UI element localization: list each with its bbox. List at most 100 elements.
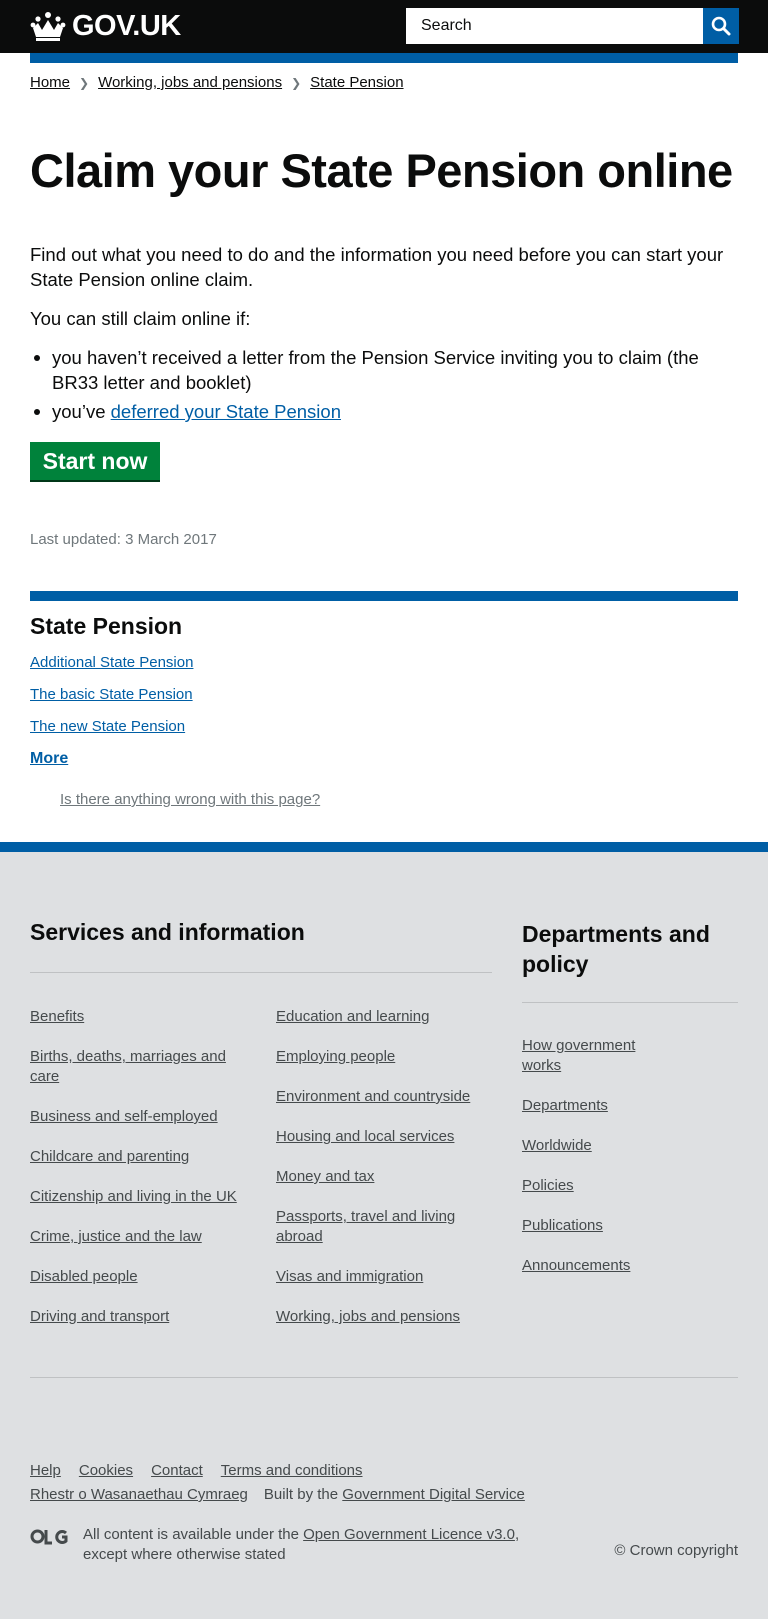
footer-link[interactable]: Working, jobs and pensions: [276, 1308, 460, 1325]
last-updated: Last updated: 3 March 2017: [30, 531, 217, 548]
chevron-right-icon: ❯: [291, 75, 302, 90]
lead-paragraph: Find out what you need to do and the inf…: [30, 244, 724, 290]
ogl-link[interactable]: Open Government Licence v3.0: [303, 1526, 515, 1543]
footer-link[interactable]: Announcements: [522, 1257, 630, 1274]
list-item: Announcements: [522, 1256, 672, 1276]
list-item: Disabled people: [30, 1267, 250, 1287]
footer-link[interactable]: Worldwide: [522, 1137, 592, 1154]
footer-link[interactable]: Departments: [522, 1097, 608, 1114]
crown-copyright-link[interactable]: © Crown copyright: [614, 1542, 738, 1559]
footer-link[interactable]: Business and self-employed: [30, 1108, 218, 1125]
footer-link[interactable]: Environment and countryside: [276, 1088, 470, 1105]
footer-link[interactable]: Crime, justice and the law: [30, 1228, 202, 1245]
footer-link[interactable]: Disabled people: [30, 1268, 138, 1285]
list-item: Worldwide: [522, 1136, 672, 1156]
list-item: Driving and transport: [30, 1307, 250, 1327]
footer-welsh-link[interactable]: Rhestr o Wasanaethau Cymraeg: [30, 1486, 248, 1503]
footer-cookies-link[interactable]: Cookies: [79, 1462, 133, 1479]
page-title: Claim your State Pension online: [30, 144, 733, 197]
footer-meta-links: Help Cookies Contact Terms and condition…: [30, 1462, 363, 1479]
list-item: Policies: [522, 1176, 672, 1196]
report-problem: Is there anything wrong with this page?: [60, 791, 320, 808]
start-now-button[interactable]: Start now: [30, 442, 160, 480]
list-item: Business and self-employed: [30, 1107, 250, 1127]
footer-services-heading: Services and information: [30, 919, 305, 945]
govuk-logo-link[interactable]: GOV.UK: [30, 10, 181, 42]
deferred-state-pension-link[interactable]: deferred your State Pension: [111, 401, 341, 422]
list-item: Education and learning: [276, 1007, 486, 1027]
footer-services-col1: Benefits Births, deaths, marriages and c…: [30, 1007, 250, 1347]
footer-link[interactable]: Passports, travel and living abroad: [276, 1208, 455, 1245]
list-item: Visas and immigration: [276, 1267, 486, 1287]
related-blue-bar: [30, 591, 738, 601]
ogl-licence-icon: [30, 1529, 68, 1545]
footer-link[interactable]: Publications: [522, 1217, 603, 1234]
footer-link[interactable]: Education and learning: [276, 1008, 429, 1025]
breadcrumb-working-jobs-pensions[interactable]: Working, jobs and pensions: [98, 74, 282, 91]
footer-link[interactable]: Births, deaths, marriages and care: [30, 1048, 226, 1085]
list-item: Crime, justice and the law: [30, 1227, 250, 1247]
footer-link[interactable]: Childcare and parenting: [30, 1148, 189, 1165]
list-item: Working, jobs and pensions: [276, 1307, 486, 1327]
footer-departments-list: How government works Departments Worldwi…: [522, 1036, 672, 1296]
list-item: you’ve deferred your State Pension: [30, 399, 720, 424]
header-blue-bar: [30, 53, 738, 63]
footer-link[interactable]: Driving and transport: [30, 1308, 169, 1325]
footer-link[interactable]: Employing people: [276, 1048, 395, 1065]
list-item: you haven’t received a letter from the P…: [30, 345, 720, 395]
footer-departments-heading: Departments and policy: [522, 921, 710, 977]
list-item: Citizenship and living in the UK: [30, 1187, 250, 1207]
list-item: Departments: [522, 1096, 672, 1116]
list-item: Childcare and parenting: [30, 1147, 250, 1167]
list-item: Employing people: [276, 1047, 486, 1067]
logo-text: GOV.UK: [72, 9, 181, 42]
list-item: Environment and countryside: [276, 1087, 486, 1107]
list-item: The basic State Pension: [30, 686, 193, 718]
footer-link[interactable]: Citizenship and living in the UK: [30, 1188, 237, 1205]
site-header: GOV.UK: [0, 0, 768, 53]
list-item: Births, deaths, marriages and care: [30, 1047, 250, 1087]
related-more-link[interactable]: More: [30, 750, 68, 767]
intro-paragraph: You can still claim online if:: [30, 308, 251, 329]
report-problem-link[interactable]: Is there anything wrong with this page?: [60, 791, 320, 808]
breadcrumb: Home ❯ Working, jobs and pensions ❯ Stat…: [30, 74, 404, 91]
related-link-basic[interactable]: The basic State Pension: [30, 686, 193, 703]
search-button[interactable]: [703, 8, 739, 44]
list-item: Benefits: [30, 1007, 250, 1027]
footer-link[interactable]: Money and tax: [276, 1168, 374, 1185]
list-item: Passports, travel and living abroad: [276, 1207, 486, 1247]
footer-link[interactable]: Benefits: [30, 1008, 84, 1025]
divider: [522, 1002, 738, 1003]
crown-icon: [30, 12, 66, 41]
footer-meta-line2: Rhestr o Wasanaethau Cymraeg Built by the…: [30, 1486, 525, 1503]
related-heading: State Pension: [30, 613, 183, 639]
footer-licence: All content is available under the Open …: [83, 1526, 520, 1563]
footer-link[interactable]: Visas and immigration: [276, 1268, 423, 1285]
footer-terms-link[interactable]: Terms and conditions: [221, 1462, 363, 1479]
footer-gds-link[interactable]: Government Digital Service: [342, 1486, 525, 1503]
list-item: The new State Pension: [30, 718, 193, 750]
footer-contact-link[interactable]: Contact: [151, 1462, 203, 1479]
chevron-right-icon: ❯: [79, 75, 90, 90]
site-footer: Services and information Departments and…: [0, 842, 768, 1619]
search-input[interactable]: [406, 8, 703, 44]
related-link-additional[interactable]: Additional State Pension: [30, 654, 193, 671]
related-link-new[interactable]: The new State Pension: [30, 718, 185, 735]
list-item: More: [30, 750, 193, 782]
breadcrumb-state-pension[interactable]: State Pension: [310, 74, 403, 91]
divider: [30, 1377, 738, 1378]
footer-link[interactable]: Housing and local services: [276, 1128, 454, 1145]
eligibility-list: you haven’t received a letter from the P…: [30, 345, 720, 428]
breadcrumb-home[interactable]: Home: [30, 74, 70, 91]
footer-help-link[interactable]: Help: [30, 1462, 61, 1479]
footer-link[interactable]: How government works: [522, 1037, 635, 1074]
divider: [30, 972, 492, 973]
list-item: Additional State Pension: [30, 654, 193, 686]
list-item: How government works: [522, 1036, 672, 1076]
footer-services-col2: Education and learning Employing people …: [276, 1007, 486, 1347]
related-links: Additional State Pension The basic State…: [30, 654, 193, 782]
list-item: Money and tax: [276, 1167, 486, 1187]
list-item: Publications: [522, 1216, 672, 1236]
search-icon: [711, 16, 731, 36]
footer-link[interactable]: Policies: [522, 1177, 574, 1194]
